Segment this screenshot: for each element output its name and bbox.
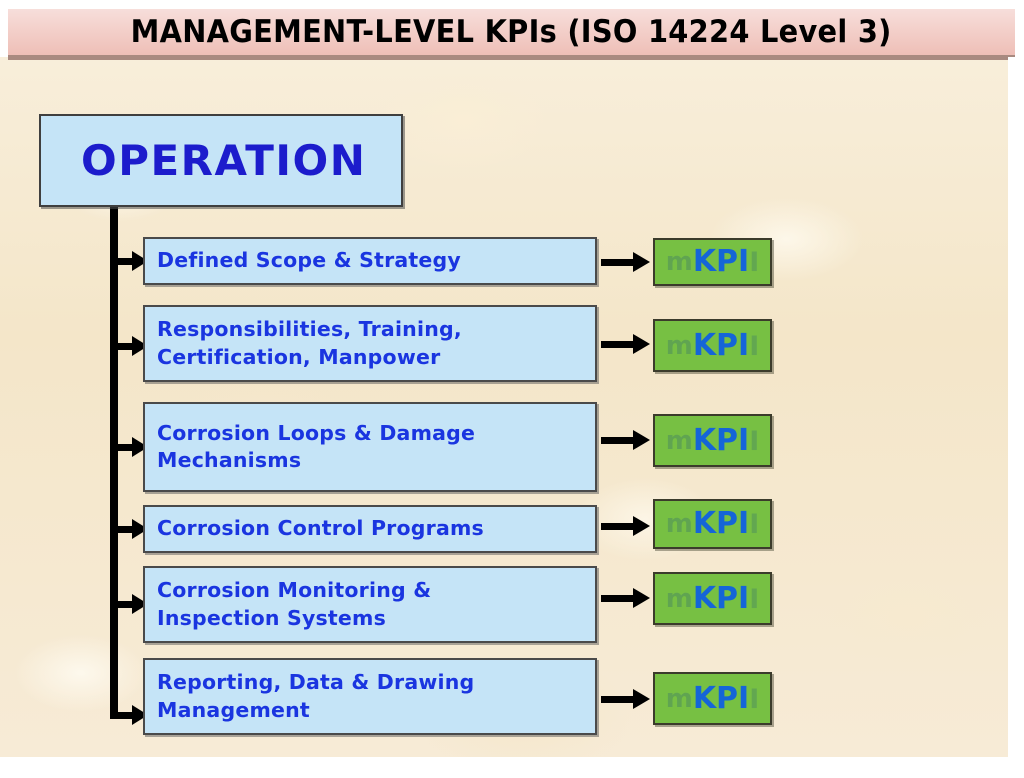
kpi-badge-label: mKPII [666,509,760,539]
kpi-ghost-left: m [665,247,693,277]
kpi-ghost-right: I [749,330,760,362]
connector-spine [110,206,118,719]
spine-arrow-4 [118,519,148,539]
kpi-arrow-3 [601,430,650,450]
process-box-corrosion-loops-damage-mechanisms[interactable]: Corrosion Loops & Damage Mechanisms [143,402,597,492]
kpi-ghost-left: m [665,330,693,361]
process-box-defined-scope-strategy[interactable]: Defined Scope & Strategy [143,237,597,285]
kpi-ghost-right: I [749,247,760,278]
operation-node[interactable]: OPERATION [39,114,403,207]
kpi-main-text: KPI [692,327,750,363]
operation-node-label: OPERATION [81,136,367,185]
kpi-badge-label: mKPII [665,327,760,363]
title-banner: MANAGEMENT-LEVEL KPIs (ISO 14224 Level 3… [8,9,1015,60]
spine-arrow-3 [118,437,148,457]
kpi-ghost-right: I [749,683,760,715]
kpi-main-text: KPI [692,506,750,541]
kpi-badge-label: mKPII [665,580,760,616]
process-box-responsibilities-training[interactable]: Responsibilities, Training, Certificatio… [143,305,597,382]
kpi-badge-label: mKPII [665,680,760,716]
process-label: Corrosion Control Programs [157,516,484,541]
kpi-badge-label: mKPII [666,247,760,277]
kpi-ghost-right: I [749,583,760,615]
kpi-main-text: KPI [692,580,750,616]
kpi-badge-6[interactable]: mKPII [653,672,772,725]
kpi-badge-5[interactable]: mKPII [653,572,772,625]
spine-arrow-1 [118,251,148,271]
process-label: Defined Scope & Strategy [157,248,461,273]
kpi-badge-label: mKPII [665,422,760,458]
kpi-ghost-left: m [665,583,693,614]
kpi-ghost-left: m [665,683,693,714]
process-label: Responsibilities, Training, Certificatio… [157,317,462,369]
process-box-reporting-data-drawing-management[interactable]: Reporting, Data & Drawing Management [143,658,597,735]
kpi-badge-4[interactable]: mKPII [653,499,772,549]
kpi-main-text: KPI [692,680,750,716]
kpi-arrow-6 [601,689,650,709]
kpi-badge-1[interactable]: mKPII [653,238,772,286]
kpi-ghost-left: m [665,509,693,539]
kpi-main-text: KPI [692,244,750,279]
kpi-badge-3[interactable]: mKPII [653,414,772,467]
kpi-arrow-2 [601,334,650,354]
process-label: Reporting, Data & Drawing Management [157,670,475,722]
kpi-arrow-4 [601,516,650,536]
process-label: Corrosion Loops & Damage Mechanisms [157,420,476,472]
kpi-ghost-left: m [665,425,693,456]
page-margin-right [1008,57,1024,778]
kpi-badge-2[interactable]: mKPII [653,319,772,372]
process-box-corrosion-control-programs[interactable]: Corrosion Control Programs [143,505,597,553]
process-box-corrosion-monitoring-inspection[interactable]: Corrosion Monitoring & Inspection System… [143,566,597,643]
kpi-ghost-right: I [749,425,760,457]
page-margin-bottom [0,757,1024,778]
kpi-ghost-right: I [749,509,760,540]
kpi-arrow-5 [601,588,650,608]
process-label: Corrosion Monitoring & Inspection System… [157,578,432,630]
spine-arrow-6 [118,705,148,725]
spine-arrow-2 [118,336,148,356]
page-title: MANAGEMENT-LEVEL KPIs (ISO 14224 Level 3… [130,14,893,50]
kpi-main-text: KPI [692,422,750,458]
kpi-arrow-1 [601,252,650,272]
slide-canvas: MANAGEMENT-LEVEL KPIs (ISO 14224 Level 3… [0,0,1024,778]
spine-arrow-5 [118,594,148,614]
